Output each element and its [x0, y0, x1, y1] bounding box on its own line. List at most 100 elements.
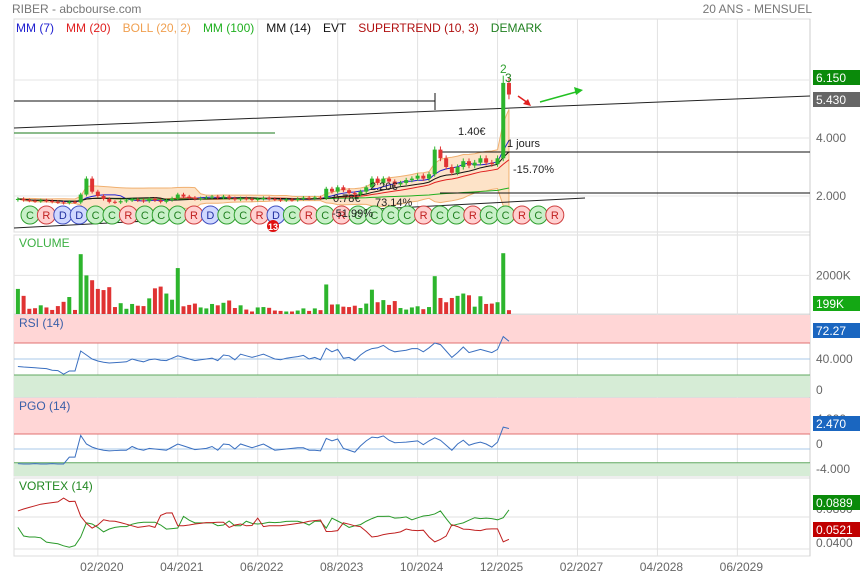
candle — [444, 158, 449, 167]
candle — [398, 182, 403, 185]
candle — [267, 198, 272, 200]
legend-boll[interactable]: BOLL (20, 2) — [123, 21, 191, 35]
legend-mm7[interactable]: MM (7) — [16, 21, 54, 35]
candle — [204, 197, 209, 199]
volume-bar — [221, 302, 226, 314]
demark-signal-letter: D — [75, 210, 83, 222]
volume-bar — [147, 298, 152, 314]
volume-bar — [352, 305, 357, 314]
pane-title: PGO (14) — [19, 399, 70, 413]
volume-bar — [112, 307, 117, 314]
pane-title: RSI (14) — [19, 316, 64, 330]
candle — [192, 197, 197, 199]
volume-bar — [301, 308, 306, 314]
volume-bar — [484, 303, 489, 314]
candle — [484, 158, 489, 163]
volume-bar — [215, 305, 220, 314]
value-badge-label: 0.0889 — [816, 496, 853, 510]
candle — [67, 201, 72, 203]
candle — [404, 180, 409, 183]
demark-signal-letter: C — [485, 210, 493, 222]
candle — [61, 202, 66, 204]
volume-bar — [404, 309, 409, 314]
candle — [461, 161, 466, 167]
volume-bar — [78, 254, 83, 314]
up-arrow-head — [574, 87, 583, 95]
demark-signal-letter: R — [305, 210, 313, 222]
volume-bar — [409, 307, 414, 314]
demark-signal-letter: C — [436, 210, 444, 222]
value-badge-label: 199K — [816, 297, 844, 311]
legend-demark[interactable]: DEMARK — [491, 21, 542, 35]
demark-signal-letter: R — [42, 210, 50, 222]
candle — [15, 198, 20, 201]
y-tick-label: 4.000 — [816, 131, 846, 145]
candle — [301, 197, 306, 199]
candle — [124, 200, 129, 202]
pane-vol — [13, 234, 811, 315]
y-tick-label: 0.0400 — [816, 536, 853, 550]
candle — [501, 82, 506, 159]
candle — [227, 196, 232, 199]
indicator-zones — [14, 315, 810, 476]
x-tick-label: 06/2022 — [240, 560, 284, 574]
demark-signal-letter: C — [141, 210, 149, 222]
candle — [341, 187, 346, 191]
candle — [284, 199, 289, 201]
demark-signal-letter: C — [288, 210, 296, 222]
candle — [187, 196, 192, 198]
candle — [55, 201, 60, 203]
volume-bar — [135, 305, 140, 314]
demark-signal-letter: C — [157, 210, 165, 222]
demark-signal-letter: C — [92, 210, 100, 222]
demark-signal-letter: C — [239, 210, 247, 222]
pgo-oversold-zone — [14, 462, 810, 476]
volume-bar — [449, 297, 454, 314]
price-annotation: 73.14% — [375, 197, 413, 209]
candle — [421, 175, 426, 179]
demark-count: 3 — [505, 71, 512, 85]
volume-bar — [415, 306, 420, 314]
volume-bar — [238, 305, 243, 314]
candle — [295, 198, 300, 201]
candle — [489, 162, 494, 165]
legend-mm14[interactable]: MM (14) — [266, 21, 311, 35]
demark-signal-letter: C — [403, 210, 411, 222]
legend-mm100[interactable]: MM (100) — [203, 21, 254, 35]
stock-chart[interactable]: C R D D C C R C C C R D C C R D C R C R C C C C R C C R C C R C R13 231.… — [0, 0, 860, 579]
volume-bar — [318, 310, 323, 314]
volume-bar — [267, 307, 272, 314]
volume-bar — [324, 284, 329, 314]
legend-mm20[interactable]: MM (20) — [66, 21, 111, 35]
volume-bar — [244, 309, 249, 314]
candle — [107, 198, 112, 202]
x-tick-label: 12/2025 — [480, 560, 524, 574]
candle — [181, 194, 186, 197]
volume-bar — [364, 303, 369, 314]
volume-bar — [198, 307, 203, 314]
candle — [244, 198, 249, 200]
candle — [478, 158, 483, 163]
candle — [175, 194, 180, 199]
candle — [78, 194, 83, 203]
candle — [415, 175, 420, 179]
volume-bar — [158, 286, 163, 314]
y-tick-label: -4.000 — [816, 462, 850, 476]
volume-bar — [335, 304, 340, 314]
volume-bar — [329, 304, 334, 314]
price-annotation: 0.78€ — [333, 193, 361, 205]
volume-bars — [15, 253, 511, 314]
legend-evt[interactable]: EVT — [323, 21, 346, 35]
candle — [147, 198, 152, 202]
volume-bar — [27, 308, 32, 314]
x-tick-label: 04/2021 — [160, 560, 204, 574]
legend-supertrend[interactable]: SUPERTREND (10, 3) — [358, 21, 478, 35]
volume-bar — [107, 287, 112, 314]
volume-bar — [130, 303, 135, 314]
volume-bar — [438, 297, 443, 314]
candle — [135, 199, 140, 201]
volume-bar — [255, 307, 260, 314]
volume-bar — [101, 290, 106, 314]
volume-bar — [312, 308, 317, 314]
volume-bar — [427, 307, 432, 314]
